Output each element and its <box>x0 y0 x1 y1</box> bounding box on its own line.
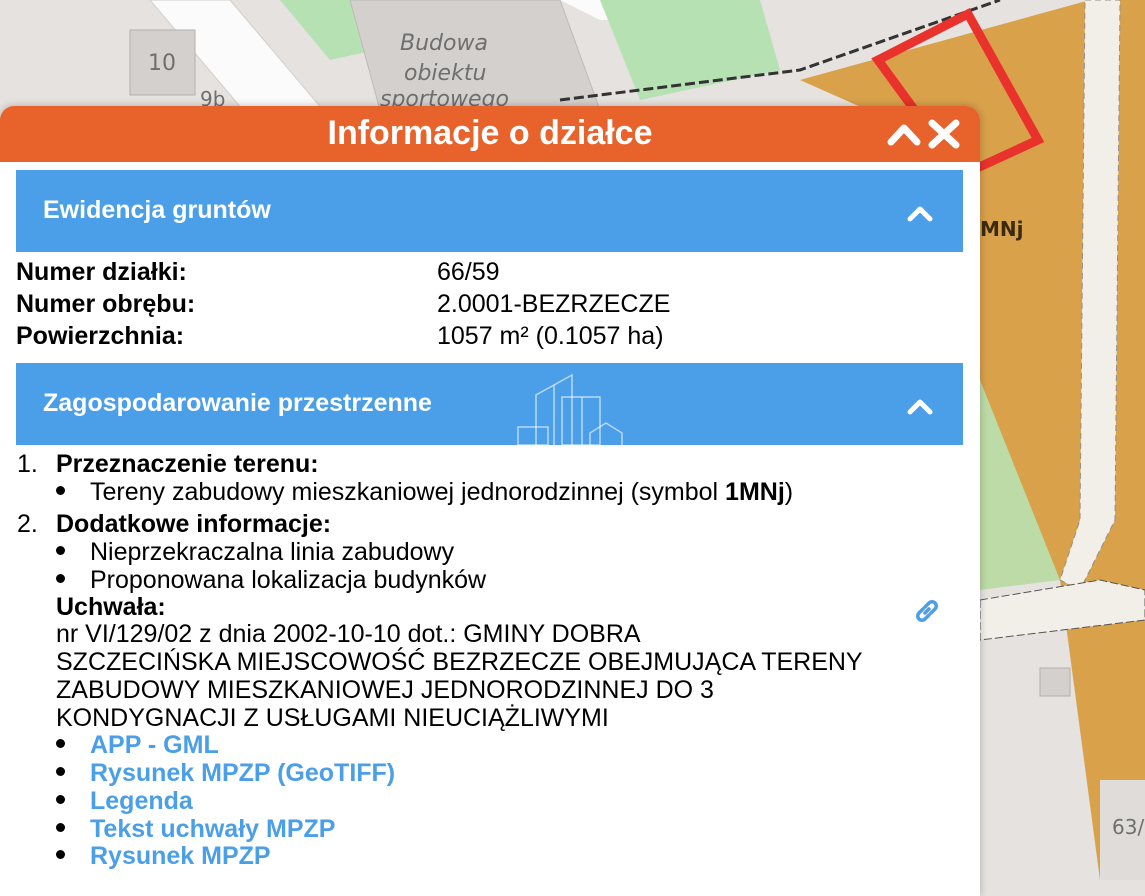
close-popup-button[interactable] <box>926 118 962 150</box>
uchwala-line: ZABUDOWY MIESZKANIOWEJ JEDNORODZINNEJ DO… <box>56 676 714 704</box>
value-powierzchnia: 1057 m² (0.1057 ha) <box>437 322 664 350</box>
chevron-up-icon[interactable] <box>905 396 935 416</box>
przeznaczenie-symbol: 1MNj <box>725 478 785 506</box>
popup-title: Informacje o działce <box>327 114 653 152</box>
map-label-10: 10 <box>148 51 176 76</box>
label-powierzchnia: Powierzchnia: <box>16 322 185 350</box>
uchwala-text: nr VI/129/02 z dnia 2002-10-10 dot.: GMI… <box>56 620 863 732</box>
label-numer-obrebu: Numer obrębu: <box>16 290 196 318</box>
bullet-dot <box>56 574 65 583</box>
uchwala-line: nr VI/129/02 z dnia 2002-10-10 dot.: GMI… <box>56 620 641 648</box>
uchwala-label: Uchwała: <box>56 593 166 621</box>
heading-przeznaczenie-terenu: Przeznaczenie terenu: <box>56 450 319 478</box>
chevron-up-icon[interactable] <box>905 203 935 223</box>
bullet-dot <box>56 546 65 555</box>
link-legenda-text[interactable]: Legenda <box>90 787 193 816</box>
link-rysunek-mpzp-text[interactable]: Rysunek MPZP <box>90 842 271 871</box>
info-bullet-text: Proponowana lokalizacja budynków <box>90 566 487 594</box>
value-numer-obrebu: 2.0001-BEZRZECZE <box>437 290 671 318</box>
city-buildings-icon <box>517 373 623 445</box>
map-label-building-1: Budowa <box>400 31 488 56</box>
uchwala-line: SZCZECIŃSKA MIEJSCOWOŚĆ BEZRZECZE OBEJMU… <box>56 648 863 676</box>
bullet-dot <box>56 850 65 859</box>
section-zagospodarowanie[interactable]: Zagospodarowanie przestrzenne <box>16 363 963 445</box>
link-tekst-uchwaly-text[interactable]: Tekst uchwały MPZP <box>90 815 335 844</box>
bullet-dot <box>56 767 65 776</box>
bullet-dot <box>56 486 65 495</box>
przeznaczenie-prefix: Tereny zabudowy mieszkaniowej jednorodzi… <box>90 478 726 506</box>
collapse-popup-button[interactable] <box>886 120 922 148</box>
map-label-mnj: MNj <box>980 217 1024 241</box>
label-numer-dzialki: Numer działki: <box>16 258 187 286</box>
uchwala-line: KONDYGNACJI Z USŁUGAMI NIEUCIĄŻLIWYMI <box>56 704 609 732</box>
section-ewidencja-gruntow[interactable]: Ewidencja gruntów <box>16 170 963 252</box>
link-rysunek-geotiff-text[interactable]: Rysunek MPZP (GeoTIFF) <box>90 759 395 788</box>
link-app-gml-text[interactable]: APP - GML <box>90 731 219 760</box>
section-zagospodarowanie-title: Zagospodarowanie przestrzenne <box>43 389 432 417</box>
section-ewidencja-title: Ewidencja gruntów <box>43 196 271 224</box>
list-number-1: 1. <box>17 450 38 478</box>
popup-header: Informacje o działce <box>0 106 980 162</box>
list-number-2: 2. <box>17 510 38 538</box>
info-bullet-text: Nieprzekraczalna linia zabudowy <box>90 538 455 566</box>
map-label-building-2: obiektu <box>404 61 486 86</box>
link-icon[interactable] <box>912 596 942 626</box>
bullet-dot <box>56 823 65 832</box>
przeznaczenie-text: Tereny zabudowy mieszkaniowej jednorodzi… <box>90 478 793 507</box>
bullet-dot <box>56 739 65 748</box>
heading-dodatkowe-informacje: Dodatkowe informacje: <box>56 510 332 538</box>
parcel-info-popup: Informacje o działce Ewidencja gruntów N… <box>0 106 980 896</box>
przeznaczenie-suffix: ) <box>784 478 794 506</box>
value-numer-dzialki: 66/59 <box>437 258 500 286</box>
map-label-63: 63/ <box>1112 815 1144 839</box>
bullet-dot <box>56 795 65 804</box>
